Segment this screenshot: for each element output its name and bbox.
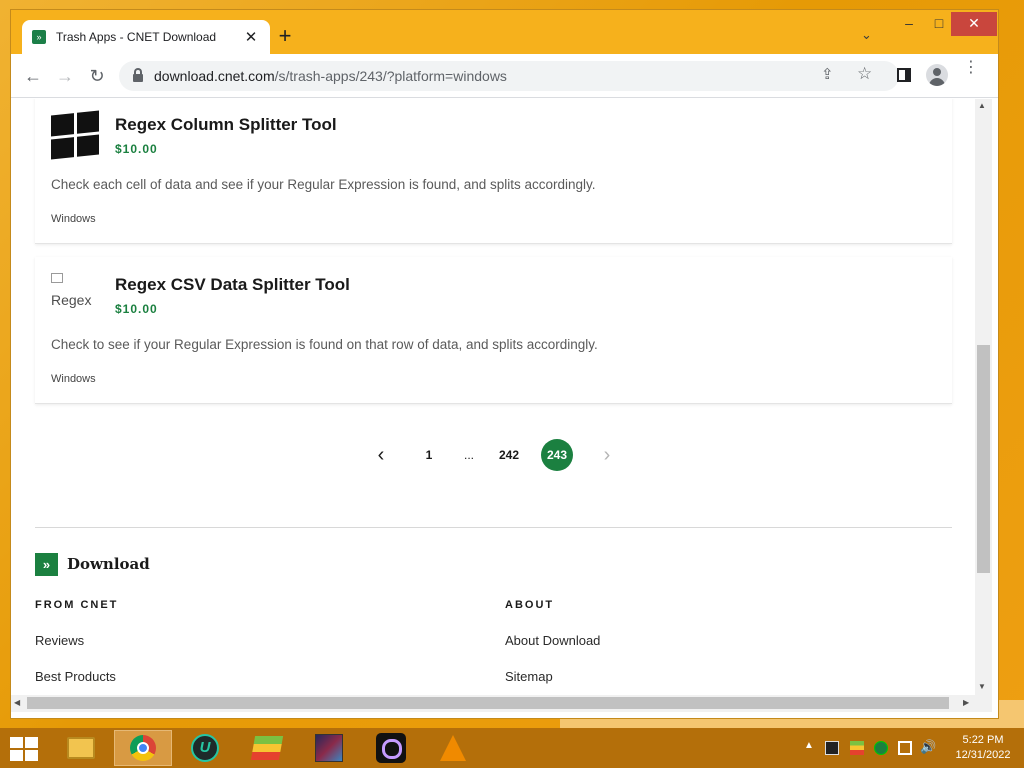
app-card[interactable]: Regex Column Splitter Tool $10.00 Check … [35, 99, 952, 244]
bluestacks-icon[interactable] [238, 730, 296, 766]
tab-trash-apps[interactable]: » Trash Apps - CNET Download ✕ [22, 20, 270, 54]
current-page-243[interactable]: 243 [541, 439, 573, 471]
scroll-right-arrow-icon[interactable]: ▶ [963, 698, 969, 707]
url-domain: download.cnet.com [154, 68, 275, 84]
game-app-icon[interactable] [300, 730, 358, 766]
app-price: $10.00 [115, 302, 158, 316]
tray-app-icon[interactable] [825, 741, 839, 755]
vertical-scrollbar[interactable]: ▲ ▼ [975, 99, 992, 695]
page-1-link[interactable]: 1 [419, 439, 439, 471]
footer-heading-about: ABOUT [505, 599, 555, 611]
share-icon[interactable]: ⇪ [821, 65, 834, 83]
profile-avatar-icon[interactable] [926, 64, 948, 86]
scroll-left-arrow-icon[interactable]: ◀ [14, 698, 20, 707]
side-panel-icon[interactable] [897, 68, 911, 82]
forward-button[interactable]: → [51, 62, 79, 90]
footer-logo-text: Download [67, 555, 150, 573]
app-platform: Windows [51, 373, 96, 385]
address-bar[interactable]: download.cnet.com/s/trash-apps/243/?plat… [119, 61, 899, 91]
windows-logo-icon[interactable] [51, 110, 101, 160]
app-card[interactable]: Regex Regex CSV Data Splitter Tool $10.0… [35, 257, 952, 404]
app-description: Check each cell of data and see if your … [51, 177, 596, 192]
lock-icon[interactable] [133, 68, 143, 82]
back-button[interactable]: ← [19, 62, 47, 90]
tab-close-icon[interactable]: ✕ [242, 28, 260, 46]
browser-toolbar: ← → ↻ download.cnet.com/s/trash-apps/243… [11, 54, 998, 98]
download-favicon-icon: » [32, 30, 46, 44]
url-path: /s/trash-apps/243/?platform=windows [274, 68, 507, 84]
browser-window: » Trash Apps - CNET Download ✕ + ⌄ – □ ✕… [10, 9, 999, 719]
reload-button[interactable]: ↻ [83, 62, 111, 90]
minimize-button[interactable]: – [895, 12, 923, 36]
bluestacks-tray-icon[interactable] [850, 741, 864, 755]
scroll-up-arrow-icon[interactable]: ▲ [978, 101, 986, 110]
vertical-scroll-thumb[interactable] [977, 345, 990, 573]
tab-strip: » Trash Apps - CNET Download ✕ + ⌄ – □ ✕ [11, 10, 998, 54]
image-alt-text: Regex [51, 292, 92, 308]
horizontal-scroll-thumb[interactable] [27, 697, 949, 709]
previous-page-button[interactable]: ‹ [369, 439, 393, 471]
file-explorer-icon[interactable] [52, 730, 110, 766]
close-window-button[interactable]: ✕ [951, 12, 997, 36]
tab-title: Trash Apps - CNET Download [56, 30, 217, 44]
footer-link-sitemap[interactable]: Sitemap [505, 669, 553, 684]
chrome-menu-icon[interactable]: ⋮ [963, 60, 979, 88]
footer-link-reviews[interactable]: Reviews [35, 633, 84, 648]
network-icon[interactable] [898, 741, 912, 755]
footer-heading-from-cnet: FROM CNET [35, 599, 119, 611]
footer-download-logo[interactable]: » Download [35, 552, 150, 576]
windows-start-icon[interactable] [10, 737, 38, 761]
page-ellipsis: ... [463, 448, 474, 462]
app-description: Check to see if your Regular Expression … [51, 337, 598, 352]
page-content: Regex Column Splitter Tool $10.00 Check … [11, 99, 975, 695]
show-hidden-icons-arrow-icon[interactable]: ▲ [804, 740, 818, 754]
footer-divider [35, 527, 952, 528]
google-chrome-icon[interactable] [114, 730, 172, 766]
obs-studio-icon[interactable] [362, 730, 420, 766]
system-tray: ▲ 🔊 [800, 728, 950, 768]
footer-link-about-download[interactable]: About Download [505, 633, 600, 648]
system-clock[interactable]: 5:22 PM 12/31/2022 [948, 733, 1018, 763]
horizontal-scrollbar[interactable]: ◀ ▶ [11, 695, 992, 712]
next-page-button[interactable]: › [595, 439, 619, 471]
maximize-button[interactable]: □ [925, 12, 953, 36]
app-price: $10.00 [115, 142, 158, 156]
download-logo-mark-icon: » [35, 552, 58, 576]
tray-status-icon[interactable] [874, 741, 888, 755]
pagination: ‹ 1 ... 242 243 › [11, 437, 975, 473]
vlc-player-icon[interactable] [424, 730, 482, 766]
app-platform: Windows [51, 213, 96, 225]
clock-time: 5:22 PM [962, 734, 1004, 746]
new-tab-button[interactable]: + [273, 25, 297, 49]
tab-search-chevron-icon[interactable]: ⌄ [861, 27, 872, 43]
url-text[interactable]: download.cnet.com/s/trash-apps/243/?plat… [154, 68, 507, 84]
volume-icon[interactable]: 🔊 [920, 739, 936, 754]
page-242-link[interactable]: 242 [495, 439, 523, 471]
app-title[interactable]: Regex CSV Data Splitter Tool [115, 275, 350, 295]
app-title[interactable]: Regex Column Splitter Tool [115, 115, 337, 135]
footer-link-best-products[interactable]: Best Products [35, 669, 116, 684]
clock-date: 12/31/2022 [955, 749, 1011, 761]
broken-image-icon[interactable]: Regex [51, 273, 111, 309]
bookmark-star-icon[interactable]: ☆ [857, 64, 872, 84]
scroll-down-arrow-icon[interactable]: ▼ [978, 682, 986, 691]
u-app-icon[interactable]: U [176, 730, 234, 766]
taskbar: U ▲ 🔊 5:22 PM 12/31/2022 [0, 728, 1024, 768]
